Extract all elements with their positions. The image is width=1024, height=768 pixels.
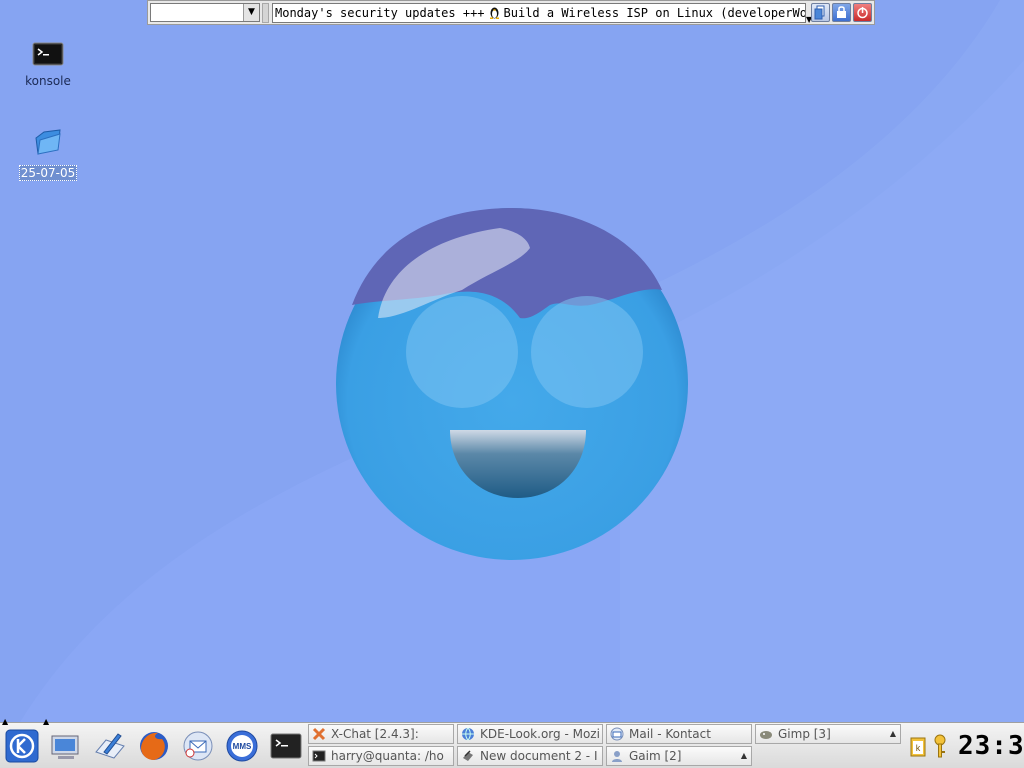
task-label: X-Chat [2.4.3]: xyxy=(331,727,419,741)
kontact-icon xyxy=(183,731,213,761)
kontact-launcher[interactable] xyxy=(180,728,216,764)
gimp-icon xyxy=(760,731,772,739)
wallpaper-wave xyxy=(0,0,1024,722)
lock-icon xyxy=(837,6,846,18)
smiley-ball-image xyxy=(336,208,688,560)
clipboard-icon: k xyxy=(910,737,926,757)
ticker-text-2: Build a Wireless ISP on Linux (developer… xyxy=(503,6,806,20)
desktop-icon-label: 25-07-05 xyxy=(18,165,78,181)
logout-icon xyxy=(857,7,868,19)
key-icon xyxy=(934,734,946,758)
lock-screen-button[interactable] xyxy=(832,3,851,22)
svg-text:MMS: MMS xyxy=(233,742,252,751)
panel-hide-arrow-icon[interactable]: ▲ xyxy=(2,717,8,726)
desktop: konsole 25-07-05 xyxy=(0,0,1024,722)
ticker-text-1: Monday's security updates +++ xyxy=(275,6,485,20)
folder-icon xyxy=(35,129,61,155)
url-combo[interactable]: ▼ xyxy=(150,3,260,22)
copy-icon xyxy=(814,5,825,20)
task-label: KDE-Look.org - Mozi xyxy=(480,727,600,741)
top-panel: ▼ Monday's security updates +++ Build a W… xyxy=(147,0,875,25)
kde-panel: ▲ ▲ MMS X-Chat [2.4.3]: KDE-Look.org - M… xyxy=(0,717,1024,768)
desktop-icon-label: konsole xyxy=(25,74,71,88)
news-ticker[interactable]: Monday's security updates +++ Build a Wir… xyxy=(272,3,806,23)
task-button-kontact[interactable]: Mail - Kontact xyxy=(606,724,752,744)
my-computer-icon xyxy=(51,735,79,759)
terminal-icon xyxy=(312,750,326,762)
kwrite-icon xyxy=(95,733,125,759)
kwrite-launcher[interactable] xyxy=(92,728,128,764)
task-label: Gimp [3] xyxy=(778,727,831,741)
xchat-icon xyxy=(312,727,326,741)
firefox-icon xyxy=(140,732,168,760)
logout-button[interactable] xyxy=(853,3,872,22)
task-label: harry@quanta: /ho xyxy=(331,749,444,763)
task-label: New document 2 - I xyxy=(480,749,598,763)
desktop-icon-folder[interactable]: 25-07-05 xyxy=(13,126,83,181)
kde-menu-button[interactable] xyxy=(4,728,40,764)
panel-grip-handle[interactable] xyxy=(262,3,269,23)
task-button-new-document[interactable]: New document 2 - I xyxy=(457,746,603,766)
panel-hide-arrow-icon[interactable]: ▲ xyxy=(43,717,49,726)
my-computer-launcher[interactable] xyxy=(48,728,84,764)
konsole-icon xyxy=(270,733,302,759)
konsole-launcher[interactable] xyxy=(268,728,304,764)
task-button-xchat[interactable]: X-Chat [2.4.3]: xyxy=(308,724,454,744)
desktop-icon-konsole[interactable]: konsole xyxy=(13,42,83,88)
mail-icon xyxy=(610,727,624,741)
firefox-launcher[interactable] xyxy=(136,728,172,764)
kde-menu-icon xyxy=(5,729,39,763)
mms-launcher[interactable]: MMS xyxy=(224,728,260,764)
task-label: Gaim [2] xyxy=(629,749,682,763)
svg-text:k: k xyxy=(916,743,921,753)
chevron-up-icon[interactable]: ▲ xyxy=(741,747,747,765)
task-button-kde-look[interactable]: KDE-Look.org - Mozi xyxy=(457,724,603,744)
mms-icon: MMS xyxy=(226,730,258,762)
clock[interactable]: 23:37 xyxy=(958,731,1024,761)
tux-icon xyxy=(489,7,499,19)
klipper-tray[interactable]: k xyxy=(909,735,927,757)
task-button-gimp[interactable]: Gimp [3] ▲ xyxy=(755,724,901,744)
kdewallet-tray[interactable] xyxy=(932,733,952,759)
task-label: Mail - Kontact xyxy=(629,727,711,741)
terminal-icon xyxy=(32,42,64,66)
chevron-up-icon[interactable]: ▲ xyxy=(890,725,896,743)
gaim-icon xyxy=(612,751,622,762)
copy-button[interactable] xyxy=(811,3,830,22)
task-button-gaim[interactable]: Gaim [2] ▲ xyxy=(606,746,752,766)
document-icon xyxy=(463,750,473,761)
chevron-down-icon[interactable]: ▼ xyxy=(243,4,259,21)
globe-icon xyxy=(462,727,474,741)
task-button-terminal[interactable]: harry@quanta: /ho xyxy=(308,746,454,766)
